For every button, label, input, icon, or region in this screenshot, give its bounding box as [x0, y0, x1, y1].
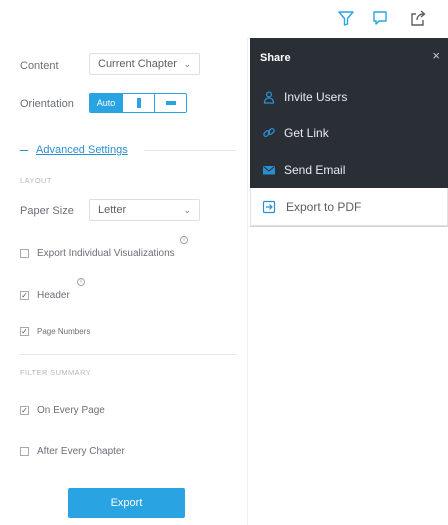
invite-users-label: Invite Users [284, 90, 348, 104]
export-to-pdf-item[interactable]: Export to PDF [262, 200, 361, 214]
user-icon [263, 91, 275, 104]
filter-icon[interactable] [334, 6, 358, 30]
paper-size-label: Paper Size [20, 205, 74, 217]
get-link-label: Get Link [284, 126, 329, 140]
checkbox-empty-icon [20, 447, 29, 456]
email-icon [263, 166, 275, 175]
portrait-icon [136, 98, 141, 108]
export-to-pdf-label: Export to PDF [286, 200, 362, 214]
orientation-portrait-option[interactable] [122, 94, 154, 112]
toolbar [0, 0, 448, 38]
content-label: Content [20, 60, 59, 72]
send-email-label: Send Email [284, 163, 346, 177]
divider [20, 354, 236, 355]
content-select[interactable]: Current Chapter ⌄ [89, 53, 200, 75]
checkbox-checked-icon: ✓ [20, 290, 29, 300]
chevron-down-icon: ⌄ [183, 58, 191, 69]
close-icon[interactable]: × [432, 48, 440, 63]
share-menu-title: Share [260, 52, 291, 64]
collapse-icon [20, 149, 28, 151]
header-checkbox[interactable]: ✓ Header [20, 290, 70, 301]
export-individual-checkbox[interactable]: Export Individual Visualizations [20, 248, 175, 259]
content-select-value: Current Chapter [98, 58, 177, 70]
invite-users-item[interactable]: Invite Users [262, 90, 347, 104]
chevron-down-icon: ⌄ [183, 204, 191, 215]
export-pdf-icon [262, 200, 276, 214]
filter-summary-heading: FILTER SUMMARY [20, 368, 92, 377]
paper-size-select[interactable]: Letter ⌄ [89, 199, 200, 221]
after-every-chapter-label: After Every Chapter [37, 446, 125, 457]
share-menu: Share × Invite Users Get Link Send Email… [250, 38, 448, 227]
info-icon[interactable]: i [180, 236, 188, 244]
page-numbers-checkbox[interactable]: ✓ Page Numbers [20, 327, 90, 336]
orientation-label: Orientation [20, 98, 74, 110]
paper-size-value: Letter [98, 204, 127, 216]
page-numbers-label: Page Numbers [37, 327, 91, 336]
info-icon[interactable]: i [77, 278, 85, 286]
orientation-landscape-option[interactable] [154, 94, 186, 112]
checkbox-empty-icon [20, 249, 29, 258]
comment-icon[interactable] [368, 6, 392, 30]
export-individual-label: Export Individual Visualizations [37, 248, 175, 259]
export-settings-panel: Content Current Chapter ⌄ Orientation Au… [0, 38, 248, 525]
divider [144, 150, 236, 151]
export-button[interactable]: Export [68, 488, 185, 518]
header-label: Header [37, 290, 70, 301]
divider [250, 226, 448, 227]
on-every-page-label: On Every Page [37, 405, 105, 416]
landscape-icon [165, 101, 176, 105]
share-icon[interactable] [406, 6, 430, 30]
orientation-auto-option[interactable]: Auto [90, 94, 122, 112]
layout-section-heading: LAYOUT [20, 176, 52, 185]
advanced-settings-label: Advanced Settings [36, 144, 128, 156]
after-every-chapter-checkbox[interactable]: After Every Chapter [20, 446, 125, 457]
advanced-settings-toggle[interactable]: Advanced Settings [20, 144, 128, 156]
on-every-page-checkbox[interactable]: ✓ On Every Page [20, 405, 105, 416]
send-email-item[interactable]: Send Email [262, 163, 345, 177]
link-icon [263, 127, 275, 138]
checkbox-checked-icon: ✓ [20, 405, 29, 415]
get-link-item[interactable]: Get Link [262, 126, 329, 140]
orientation-segmented-control: Auto [89, 93, 187, 113]
checkbox-checked-icon: ✓ [20, 326, 29, 336]
